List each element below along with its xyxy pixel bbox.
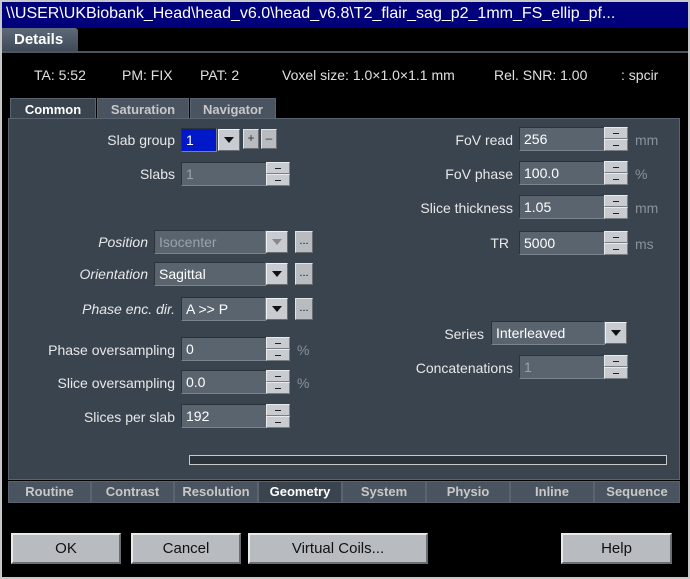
tr-label: TR <box>490 235 509 251</box>
slab-group-minus-button[interactable]: – <box>261 129 277 149</box>
slices-per-slab-field[interactable]: 192 <box>181 404 267 428</box>
orientation-dropdown[interactable] <box>266 263 288 285</box>
tab-resolution[interactable]: Resolution <box>174 481 258 503</box>
phase-oversampling-field[interactable]: 0 <box>181 337 267 361</box>
tab-divider <box>2 51 688 53</box>
pat-text: PAT: 2 <box>200 67 240 83</box>
slab-group-dropdown[interactable] <box>218 129 240 151</box>
fov-phase-unit: % <box>635 166 648 182</box>
phase-oversampling-unit: % <box>297 342 310 358</box>
position-dropdown <box>266 231 288 253</box>
concatenations-field: 1 <box>519 355 605 379</box>
fov-phase-spinner[interactable] <box>604 161 628 185</box>
slices-per-slab-spinner[interactable] <box>266 404 290 428</box>
spin-up-icon[interactable] <box>604 195 628 207</box>
fov-phase-field[interactable]: 100.0 <box>519 161 605 185</box>
tab-geometry[interactable]: Geometry <box>258 481 342 503</box>
fov-read-unit: mm <box>635 132 659 148</box>
series-field[interactable]: Interleaved <box>491 321 605 345</box>
tab-saturation[interactable]: Saturation <box>97 98 189 119</box>
fov-read-label: FoV read <box>455 132 513 148</box>
tab-physio[interactable]: Physio <box>426 481 510 503</box>
position-field: Isocenter <box>154 230 266 254</box>
slab-group-field[interactable]: 1 <box>181 128 217 152</box>
phase-enc-dir-details-button[interactable]: ... <box>295 298 313 320</box>
sequence-text: : spcir <box>621 67 659 83</box>
tab-navigator[interactable]: Navigator <box>190 98 276 119</box>
rel-snr-text: Rel. SNR: 1.00 <box>494 67 588 83</box>
ok-button[interactable]: OK <box>11 533 121 564</box>
phase-oversampling-label: Phase oversampling <box>48 342 175 358</box>
tab-common[interactable]: Common <box>10 98 96 119</box>
slice-thickness-field[interactable]: 1.05 <box>519 195 605 219</box>
position-label: Position <box>98 234 148 250</box>
info-bar: TA: 5:52 PM: FIX PAT: 2 Voxel size: 1.0×… <box>0 64 690 86</box>
spin-down-icon[interactable] <box>604 243 628 255</box>
slice-oversampling-label: Slice oversampling <box>57 375 176 391</box>
spin-down-icon[interactable] <box>266 349 290 361</box>
fov-read-spinner[interactable] <box>604 127 628 151</box>
slice-oversampling-spinner[interactable] <box>266 370 290 394</box>
concatenations-label: Concatenations <box>415 360 513 376</box>
spin-down-icon[interactable] <box>266 382 290 394</box>
spin-up-icon[interactable] <box>266 404 290 416</box>
slabs-spinner <box>266 162 290 186</box>
tab-contrast[interactable]: Contrast <box>91 481 174 503</box>
tab-system[interactable]: System <box>342 481 426 503</box>
concatenations-spinner <box>604 355 628 379</box>
tab-details[interactable]: Details <box>2 28 78 52</box>
window-title: \\USER\UKBiobank_Head\head_v6.0\head_v6.… <box>0 0 690 28</box>
slice-oversampling-field[interactable]: 0.0 <box>181 370 267 394</box>
tr-unit: ms <box>635 236 654 252</box>
tab-routine[interactable]: Routine <box>8 481 91 503</box>
phase-enc-dir-dropdown[interactable] <box>266 298 288 320</box>
voxel-size-text: Voxel size: 1.0×1.0×1.1 mm <box>282 67 455 83</box>
slice-thickness-unit: mm <box>635 200 659 216</box>
spin-down-icon <box>604 367 628 379</box>
spin-up-icon[interactable] <box>266 337 290 349</box>
slabs-field: 1 <box>181 162 267 186</box>
slices-per-slab-label: Slices per slab <box>83 409 175 425</box>
pm-text: PM: FIX <box>122 67 173 83</box>
series-label: Series <box>444 326 484 342</box>
spin-down-icon[interactable] <box>604 207 628 219</box>
series-dropdown[interactable] <box>605 322 627 344</box>
spin-up-icon[interactable] <box>266 370 290 382</box>
ta-text: TA: 5:52 <box>34 67 86 83</box>
slice-thickness-spinner[interactable] <box>604 195 628 219</box>
phase-enc-dir-label: Phase enc. dir. <box>82 301 175 317</box>
fov-read-field[interactable]: 256 <box>519 127 605 151</box>
window-frame-left <box>0 28 2 579</box>
spin-up-icon[interactable] <box>604 231 628 243</box>
slab-group-label: Slab group <box>107 132 175 148</box>
phase-enc-dir-field[interactable]: A >> P <box>181 297 266 321</box>
spin-down-icon[interactable] <box>266 416 290 428</box>
spin-down-icon[interactable] <box>604 139 628 151</box>
spin-down-icon <box>266 174 290 186</box>
slice-thickness-label: Slice thickness <box>420 200 513 216</box>
spin-up-icon[interactable] <box>604 127 628 139</box>
cancel-button[interactable]: Cancel <box>131 533 241 564</box>
help-button[interactable]: Help <box>561 533 672 564</box>
progress-bar <box>189 455 667 465</box>
position-details-button[interactable]: ... <box>295 231 313 253</box>
tab-inline[interactable]: Inline <box>510 481 594 503</box>
slab-group-plus-button[interactable]: + <box>243 129 259 149</box>
fov-phase-label: FoV phase <box>445 166 513 182</box>
tr-spinner[interactable] <box>604 231 628 255</box>
orientation-label: Orientation <box>79 266 148 282</box>
tab-sequence[interactable]: Sequence <box>594 481 680 503</box>
spin-up-icon <box>266 162 290 174</box>
virtual-coils-button[interactable]: Virtual Coils... <box>248 533 428 564</box>
spin-up-icon <box>604 355 628 367</box>
phase-oversampling-spinner[interactable] <box>266 337 290 361</box>
spin-down-icon[interactable] <box>604 173 628 185</box>
slabs-label: Slabs <box>139 166 175 182</box>
slice-oversampling-unit: % <box>297 375 310 391</box>
orientation-details-button[interactable]: ... <box>295 263 313 285</box>
tr-field[interactable]: 5000 <box>519 231 605 255</box>
spin-up-icon[interactable] <box>604 161 628 173</box>
orientation-field[interactable]: Sagittal <box>154 262 266 286</box>
